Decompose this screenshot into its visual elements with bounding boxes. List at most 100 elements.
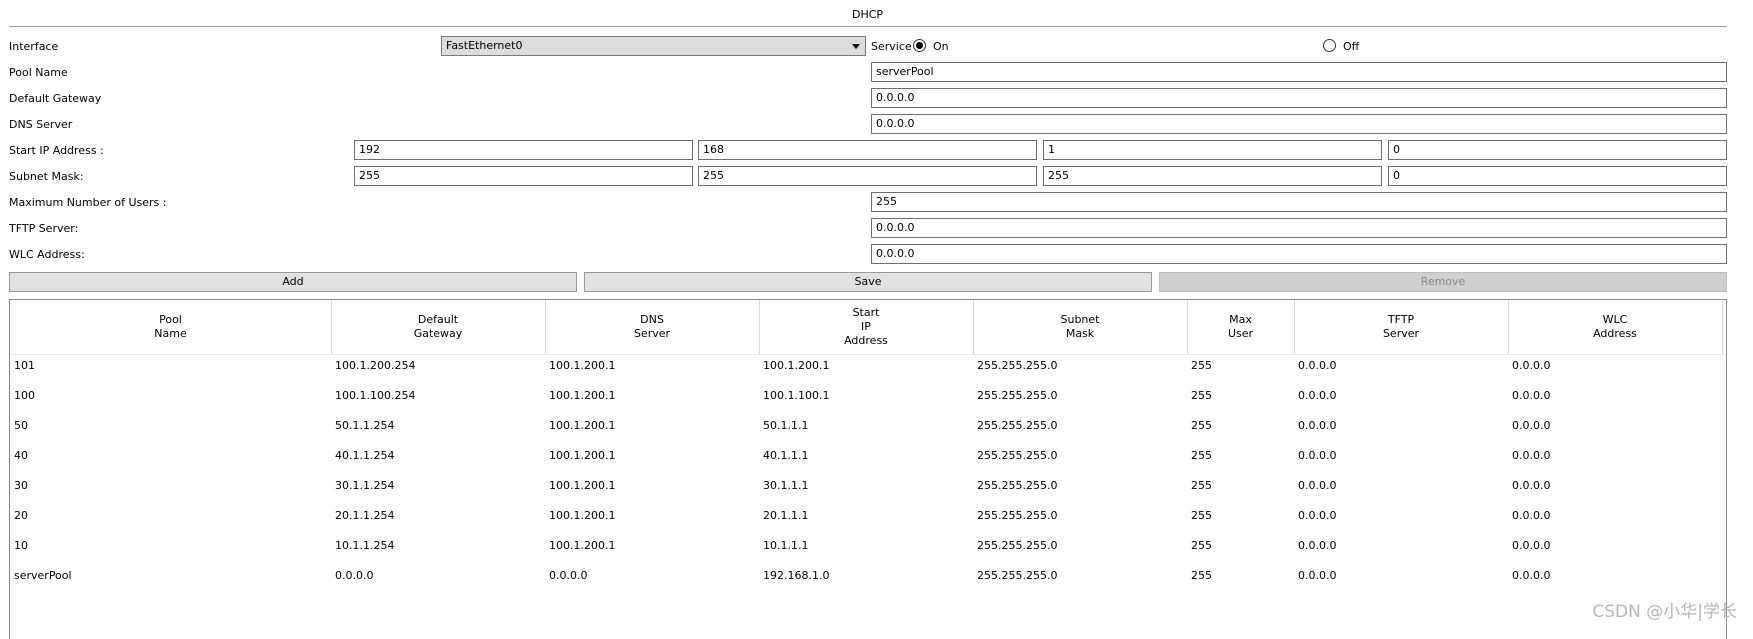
cell-wlc-address: 0.0.0.0	[1512, 449, 1551, 462]
cell-default-gateway: 10.1.1.254	[335, 539, 395, 552]
cell-dns-server: 100.1.200.1	[549, 449, 616, 462]
subnet-mask-octet-3[interactable]: 255	[1043, 166, 1382, 186]
cell-max-user: 255	[1191, 449, 1212, 462]
cell-wlc-address: 0.0.0.0	[1512, 509, 1551, 522]
table-row[interactable]: 100 100.1.100.254 100.1.200.1 100.1.100.1 25…	[10, 383, 1726, 413]
cell-subnet-mask: 255.255.255.0	[977, 359, 1058, 372]
cell-default-gateway: 30.1.1.254	[335, 479, 395, 492]
table-row[interactable]: 40 40.1.1.254 100.1.200.1 40.1.1.1 255.255.2…	[10, 443, 1726, 473]
chevron-down-icon	[852, 44, 860, 49]
service-off-radio[interactable]	[1323, 39, 1336, 52]
cell-tftp-server: 0.0.0.0	[1298, 509, 1337, 522]
start-ip-octet-2[interactable]: 168	[698, 140, 1037, 160]
max-users-input[interactable]: 255	[871, 192, 1727, 212]
column-header-tftp-server[interactable]: TFTP Server	[1294, 300, 1508, 354]
dns-server-input[interactable]: 0.0.0.0	[871, 114, 1727, 134]
cell-subnet-mask: 255.255.255.0	[977, 509, 1058, 522]
column-header-dns-server[interactable]: DNS Server	[545, 300, 759, 354]
title-divider	[9, 26, 1727, 27]
cell-wlc-address: 0.0.0.0	[1512, 359, 1551, 372]
column-header-start-ip-address[interactable]: Start IP Address	[759, 300, 973, 354]
cell-dns-server: 100.1.200.1	[549, 509, 616, 522]
cell-dns-server: 100.1.200.1	[549, 539, 616, 552]
cell-tftp-server: 0.0.0.0	[1298, 479, 1337, 492]
cell-start-ip-address: 50.1.1.1	[763, 419, 809, 432]
column-header-wlc-address[interactable]: WLC Address	[1508, 300, 1722, 354]
table-row[interactable]: 101 100.1.200.254 100.1.200.1 100.1.200.1 25…	[10, 353, 1726, 383]
interface-select[interactable]: FastEthernet0	[441, 36, 866, 56]
dns-server-label: DNS Server	[9, 118, 73, 131]
start-ip-octet-4[interactable]: 0	[1388, 140, 1727, 160]
cell-start-ip-address: 100.1.100.1	[763, 389, 830, 402]
watermark: CSDN @小华|学长	[1592, 602, 1737, 622]
service-on-radio[interactable]	[913, 39, 926, 52]
column-header-pool-name[interactable]: Pool Name	[10, 300, 331, 354]
remove-button[interactable]: Remove	[1159, 272, 1727, 292]
cell-pool-name: 40	[14, 449, 28, 462]
cell-max-user: 255	[1191, 569, 1212, 582]
cell-tftp-server: 0.0.0.0	[1298, 389, 1337, 402]
cell-default-gateway: 20.1.1.254	[335, 509, 395, 522]
cell-start-ip-address: 40.1.1.1	[763, 449, 809, 462]
tftp-server-label: TFTP Server:	[9, 222, 79, 235]
subnet-mask-octet-4[interactable]: 0	[1388, 166, 1727, 186]
start-ip-octet-1[interactable]: 192	[354, 140, 693, 160]
start-ip-label: Start IP Address :	[9, 144, 104, 157]
table-row[interactable]: serverPool 0.0.0.0 0.0.0.0 192.168.1.0 255.2…	[10, 563, 1726, 593]
cell-wlc-address: 0.0.0.0	[1512, 569, 1551, 582]
cell-dns-server: 100.1.200.1	[549, 419, 616, 432]
radio-selected-dot-icon	[916, 42, 923, 49]
cell-wlc-address: 0.0.0.0	[1512, 539, 1551, 552]
cell-pool-name: 20	[14, 509, 28, 522]
service-label: Service	[871, 40, 912, 53]
interface-label: Interface	[9, 40, 59, 53]
cell-subnet-mask: 255.255.255.0	[977, 569, 1058, 582]
subnet-mask-octet-1[interactable]: 255	[354, 166, 693, 186]
tftp-server-input[interactable]: 0.0.0.0	[871, 218, 1727, 238]
table-row[interactable]: 10 10.1.1.254 100.1.200.1 10.1.1.1 255.255.2…	[10, 533, 1726, 563]
interface-select-value: FastEthernet0	[446, 39, 523, 52]
default-gateway-input[interactable]: 0.0.0.0	[871, 88, 1727, 108]
cell-subnet-mask: 255.255.255.0	[977, 479, 1058, 492]
cell-tftp-server: 0.0.0.0	[1298, 569, 1337, 582]
table-row[interactable]: 30 30.1.1.254 100.1.200.1 30.1.1.1 255.255.2…	[10, 473, 1726, 503]
cell-pool-name: 10	[14, 539, 28, 552]
cell-default-gateway: 0.0.0.0	[335, 569, 374, 582]
table-row[interactable]: 20 20.1.1.254 100.1.200.1 20.1.1.1 255.255.2…	[10, 503, 1726, 533]
cell-tftp-server: 0.0.0.0	[1298, 539, 1337, 552]
wlc-address-input[interactable]: 0.0.0.0	[871, 244, 1727, 264]
cell-pool-name: 30	[14, 479, 28, 492]
column-header-max-user[interactable]: Max User	[1187, 300, 1294, 354]
cell-dns-server: 100.1.200.1	[549, 359, 616, 372]
cell-dns-server: 100.1.200.1	[549, 479, 616, 492]
cell-tftp-server: 0.0.0.0	[1298, 419, 1337, 432]
cell-default-gateway: 50.1.1.254	[335, 419, 395, 432]
cell-wlc-address: 0.0.0.0	[1512, 419, 1551, 432]
cell-max-user: 255	[1191, 479, 1212, 492]
cell-wlc-address: 0.0.0.0	[1512, 479, 1551, 492]
table-row[interactable]: 50 50.1.1.254 100.1.200.1 50.1.1.1 255.255.2…	[10, 413, 1726, 443]
max-users-label: Maximum Number of Users :	[9, 196, 167, 209]
cell-start-ip-address: 30.1.1.1	[763, 479, 809, 492]
cell-default-gateway: 100.1.200.254	[335, 359, 416, 372]
cell-pool-name: 101	[14, 359, 35, 372]
start-ip-octet-3[interactable]: 1	[1043, 140, 1382, 160]
default-gateway-label: Default Gateway	[9, 92, 102, 105]
cell-tftp-server: 0.0.0.0	[1298, 449, 1337, 462]
cell-subnet-mask: 255.255.255.0	[977, 389, 1058, 402]
cell-subnet-mask: 255.255.255.0	[977, 449, 1058, 462]
page-title: DHCP	[851, 8, 884, 21]
cell-max-user: 255	[1191, 389, 1212, 402]
cell-tftp-server: 0.0.0.0	[1298, 359, 1337, 372]
cell-default-gateway: 100.1.100.254	[335, 389, 416, 402]
cell-default-gateway: 40.1.1.254	[335, 449, 395, 462]
pool-name-input[interactable]: serverPool	[871, 62, 1727, 82]
save-button[interactable]: Save	[584, 272, 1152, 292]
cell-start-ip-address: 10.1.1.1	[763, 539, 809, 552]
column-header-subnet-mask[interactable]: Subnet Mask	[973, 300, 1187, 354]
column-header-default-gateway[interactable]: Default Gateway	[331, 300, 545, 354]
cell-max-user: 255	[1191, 359, 1212, 372]
add-button[interactable]: Add	[9, 272, 577, 292]
subnet-mask-octet-2[interactable]: 255	[698, 166, 1037, 186]
cell-pool-name: 100	[14, 389, 35, 402]
